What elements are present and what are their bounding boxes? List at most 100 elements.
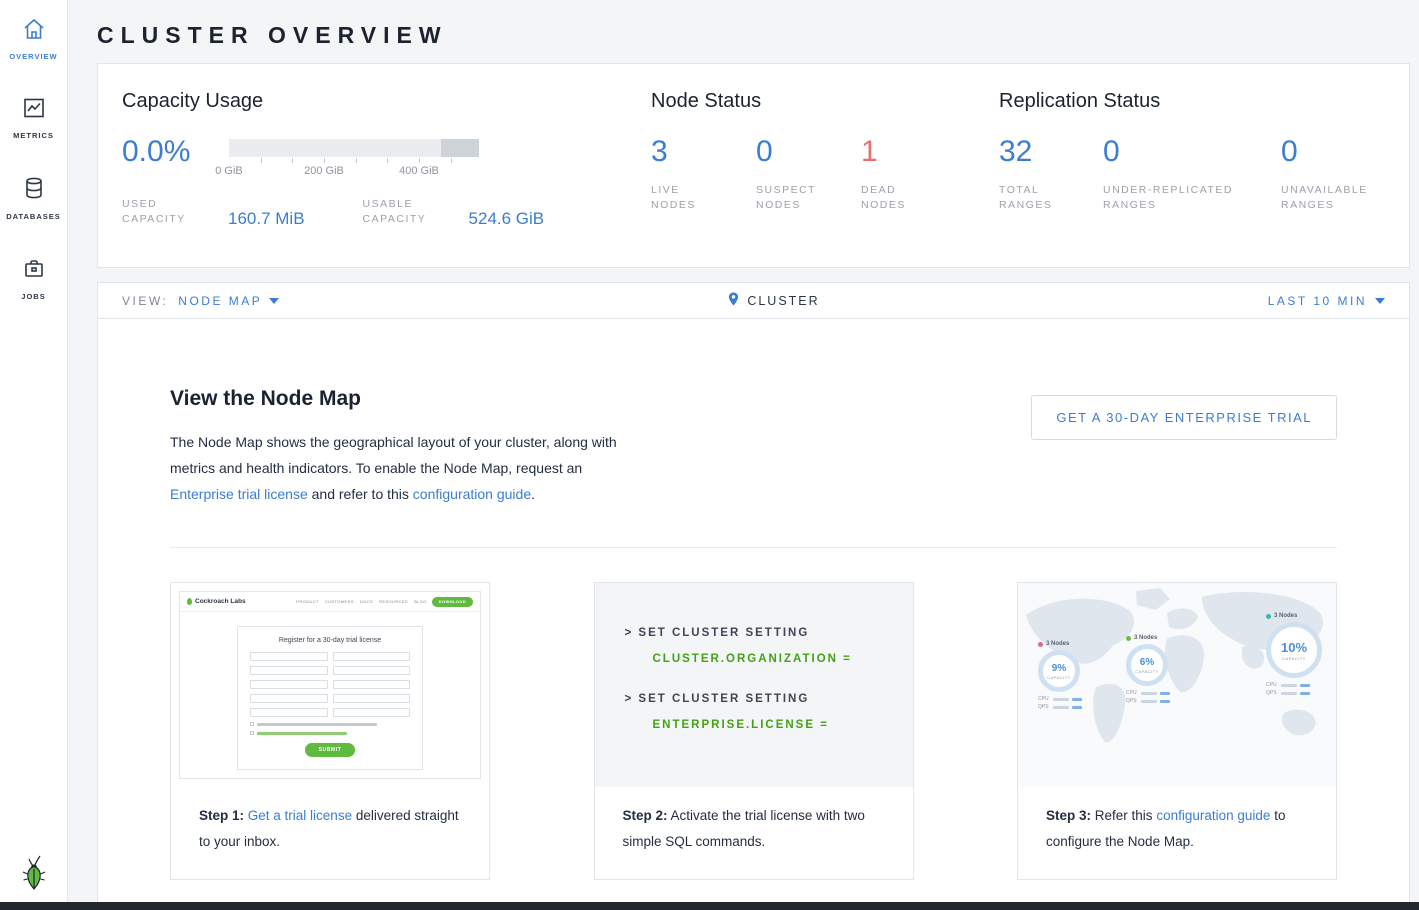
- region-cpu-label: CPU: [1266, 682, 1278, 688]
- divider: [170, 547, 1337, 548]
- usable-capacity-label: USABLE CAPACITY: [363, 197, 441, 227]
- main-content: CLUSTER OVERVIEW Capacity Usage 0.0%: [68, 0, 1419, 910]
- node-map-title: View the Node Map: [170, 387, 638, 411]
- sidebar-item-label: JOBS: [21, 292, 45, 301]
- map-region-2: 3 Nodes 6% CAPACITY CPU QPS: [1126, 635, 1170, 704]
- region-capacity-percent: 10%: [1281, 640, 1307, 655]
- region-qps-label: QPS: [1038, 704, 1050, 710]
- region-nodes-label: 3 Nodes: [1274, 613, 1297, 619]
- sidebar-item-label: OVERVIEW: [9, 52, 57, 61]
- dead-nodes-label: DEAD NODES: [861, 183, 923, 213]
- enterprise-trial-license-link[interactable]: Enterprise trial license: [170, 486, 308, 502]
- description-text: and refer to this: [312, 486, 409, 502]
- capacity-bar-chart: 0 GiB 200 GiB 400 GiB: [229, 139, 479, 179]
- sidebar: OVERVIEW METRICS DATABASES JOBS: [0, 0, 68, 902]
- mini-nav-item: DOCS: [360, 599, 373, 604]
- sidebar-item-metrics[interactable]: METRICS: [0, 79, 67, 158]
- sidebar-item-overview[interactable]: OVERVIEW: [0, 0, 67, 79]
- time-range-dropdown[interactable]: LAST 10 MIN: [1268, 294, 1385, 308]
- mini-submit-button: SUBMIT: [305, 743, 356, 757]
- chevron-down-icon: [269, 298, 279, 304]
- mini-download-button: DOWNLOAD: [432, 597, 473, 607]
- used-capacity-label: USED CAPACITY: [122, 197, 200, 227]
- mini-trial-form: Register for a 30-day trial license SUBM…: [237, 626, 423, 770]
- view-toolbar: VIEW: NODE MAP CLUSTER LAST 10 MIN: [97, 282, 1410, 319]
- region-qps-label: QPS: [1266, 690, 1278, 696]
- live-nodes-value: 3: [651, 137, 756, 167]
- under-replicated-ranges-stat: 0 UNDER-REPLICATED RANGES: [1103, 137, 1281, 213]
- sidebar-item-label: METRICS: [13, 131, 54, 140]
- get-trial-license-link[interactable]: Get a trial license: [248, 808, 352, 823]
- page-title: CLUSTER OVERVIEW: [97, 14, 1410, 63]
- bottom-bar: [0, 902, 1419, 910]
- node-map-panel: View the Node Map The Node Map shows the…: [97, 319, 1410, 910]
- view-selector-dropdown[interactable]: NODE MAP: [178, 294, 279, 308]
- unavailable-ranges-label: UNAVAILABLE RANGES: [1281, 183, 1381, 213]
- live-nodes-label: LIVE NODES: [651, 183, 713, 213]
- step-label: Step 3:: [1046, 808, 1091, 823]
- mini-form-title: Register for a 30-day trial license: [250, 637, 410, 644]
- under-replicated-ranges-value: 0: [1103, 137, 1281, 167]
- chevron-down-icon: [1375, 298, 1385, 304]
- step1-caption: Step 1: Get a trial license delivered st…: [171, 787, 489, 879]
- capacity-bar-segment: [441, 139, 479, 157]
- briefcase-icon: [22, 257, 46, 285]
- step3-card: 3 Nodes 9% CAPACITY CPU QPS 3 Nodes: [1017, 582, 1337, 880]
- node-dot-icon: [1266, 614, 1271, 619]
- bug-icon: [187, 598, 192, 605]
- step3-node-map-preview: 3 Nodes 9% CAPACITY CPU QPS 3 Nodes: [1018, 583, 1336, 787]
- capacity-used-percent: 0.0%: [122, 137, 229, 167]
- suspect-nodes-label: SUSPECT NODES: [756, 183, 818, 213]
- node-dot-icon: [1126, 636, 1131, 641]
- map-pin-icon: [727, 291, 740, 310]
- step2-code-block: > SET CLUSTER SETTING CLUSTER.ORGANIZATI…: [595, 583, 913, 787]
- node-dot-icon: [1038, 642, 1043, 647]
- enterprise-trial-button[interactable]: GET A 30-DAY ENTERPRISE TRIAL: [1031, 395, 1337, 440]
- usable-capacity-value: 524.6 GiB: [469, 210, 545, 227]
- caption-text: Refer this: [1095, 808, 1153, 823]
- node-status-section: Node Status 3 LIVE NODES 0 SUSPECT NODES…: [651, 90, 999, 267]
- cluster-summary-card: Capacity Usage 0.0% 0 GiB 200 GiB: [97, 63, 1410, 268]
- mini-nav-item: BLOG: [414, 599, 427, 604]
- configuration-guide-link[interactable]: configuration guide: [1156, 808, 1270, 823]
- home-icon: [22, 18, 46, 45]
- map-region-3: 3 Nodes 10% CAPACITY CPU QPS: [1266, 613, 1322, 696]
- region-nodes-label: 3 Nodes: [1046, 641, 1069, 647]
- configuration-guide-link[interactable]: configuration guide: [413, 486, 531, 502]
- step3-caption: Step 3: Refer this configuration guide t…: [1018, 787, 1336, 879]
- step2-card: > SET CLUSTER SETTING CLUSTER.ORGANIZATI…: [594, 582, 914, 880]
- region-capacity-label: CAPACITY: [1282, 656, 1306, 661]
- region-capacity-label: CAPACITY: [1047, 675, 1071, 680]
- region-cpu-label: CPU: [1126, 690, 1138, 696]
- step-label: Step 1:: [199, 808, 244, 823]
- capacity-tick-200: 200 GiB: [304, 165, 344, 177]
- replication-status-section: Replication Status 32 TOTAL RANGES 0 UND…: [999, 90, 1385, 267]
- code-argument: ENTERPRISE.LICENSE =: [653, 719, 913, 731]
- code-argument: CLUSTER.ORGANIZATION =: [653, 653, 913, 665]
- capacity-usage-section: Capacity Usage 0.0% 0 GiB 200 GiB: [122, 90, 651, 267]
- mini-cockroach-logo: Cockroach Labs: [187, 598, 246, 605]
- breadcrumb: CLUSTER: [279, 291, 1267, 310]
- sidebar-item-databases[interactable]: DATABASES: [0, 158, 67, 239]
- region-capacity-percent: 9%: [1052, 663, 1066, 674]
- sidebar-item-jobs[interactable]: JOBS: [0, 239, 67, 319]
- step1-card: Cockroach Labs PRODUCT CUSTOMERS DOCS RE…: [170, 582, 490, 880]
- view-label: VIEW:: [122, 294, 168, 308]
- metrics-icon: [22, 97, 46, 124]
- step2-caption: Step 2: Activate the trial license with …: [595, 787, 913, 879]
- used-capacity-value: 160.7 MiB: [228, 210, 305, 227]
- database-icon: [22, 176, 46, 205]
- capacity-tick-0: 0 GiB: [215, 165, 243, 177]
- total-ranges-label: TOTAL RANGES: [999, 183, 1061, 213]
- region-qps-label: QPS: [1126, 698, 1138, 704]
- code-command: > SET CLUSTER SETTING: [625, 693, 913, 705]
- step-label: Step 2:: [623, 808, 668, 823]
- total-ranges-value: 32: [999, 137, 1103, 167]
- dead-nodes-stat: 1 DEAD NODES: [861, 137, 966, 213]
- unavailable-ranges-stat: 0 UNAVAILABLE RANGES: [1281, 137, 1381, 213]
- code-command: > SET CLUSTER SETTING: [625, 627, 913, 639]
- cockroach-labs-logo[interactable]: [0, 854, 68, 892]
- breadcrumb-cluster-label: CLUSTER: [747, 294, 819, 308]
- under-replicated-ranges-label: UNDER-REPLICATED RANGES: [1103, 183, 1263, 213]
- mini-nav-item: CUSTOMERS: [325, 599, 354, 604]
